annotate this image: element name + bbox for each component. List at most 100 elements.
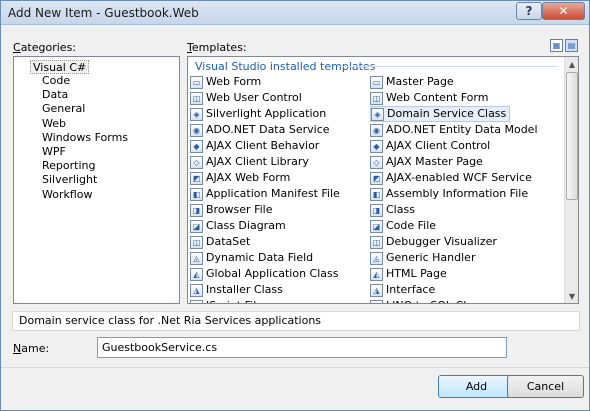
- category-item[interactable]: Reporting: [42, 159, 95, 173]
- template-item[interactable]: ◇ AJAX Master Page: [370, 154, 483, 170]
- template-file-icon: ◭: [190, 267, 203, 281]
- category-item[interactable]: WPF: [42, 145, 66, 159]
- add-button[interactable]: Add: [438, 375, 515, 398]
- template-item[interactable]: ◉ ADO.NET Data Service: [190, 122, 330, 138]
- categories-label: Categories:: [13, 41, 77, 54]
- template-file-icon: ◧: [370, 187, 383, 201]
- template-item[interactable]: ◪ Code File: [370, 218, 436, 234]
- template-item[interactable]: ◇ AJAX Client Library: [190, 154, 309, 170]
- template-file-icon: ◉: [370, 123, 383, 137]
- template-description: Domain service class for .Net Ria Servic…: [12, 311, 580, 331]
- template-file-icon: ◫: [190, 235, 203, 249]
- cancel-button[interactable]: Cancel: [507, 375, 584, 398]
- template-item[interactable]: ◆ AJAX Client Behavior: [190, 138, 319, 154]
- template-label: Global Application Class: [206, 267, 339, 280]
- category-item[interactable]: Silverlight: [42, 173, 97, 187]
- template-item[interactable]: ◯LINQ to SQL Classes: [370, 298, 497, 303]
- template-item[interactable]: ◈ Domain Service Class: [370, 106, 511, 122]
- template-item[interactable]: ◩ AJAX Web Form: [190, 170, 290, 186]
- template-label: AJAX-enabled WCF Service: [386, 171, 532, 184]
- template-label: Class Diagram: [206, 219, 286, 232]
- template-file-icon: ◫: [190, 91, 203, 105]
- template-item[interactable]: ◬ Generic Handler: [370, 250, 475, 266]
- template-item[interactable]: ◫ Web Content Form: [370, 90, 488, 106]
- footer-divider: [1, 367, 589, 368]
- template-file-icon: ◯: [190, 299, 203, 303]
- template-file-icon: ◉: [190, 123, 203, 137]
- group-header-divider: [338, 66, 558, 67]
- template-file-icon: ◪: [370, 219, 383, 233]
- template-label: AJAX Client Behavior: [206, 139, 320, 152]
- scroll-up-icon[interactable]: ▲: [565, 57, 578, 71]
- template-label: Generic Handler: [386, 251, 476, 264]
- template-label: AJAX Web Form: [206, 171, 291, 184]
- template-label: LINQ to SQL Classes: [386, 298, 497, 303]
- template-item[interactable]: ◯JScript File: [190, 298, 263, 303]
- category-item[interactable]: Web: [42, 117, 66, 131]
- template-label: JScript File: [206, 298, 263, 303]
- template-label: Installer Class: [206, 283, 283, 296]
- template-item[interactable]: ◮ Installer Class: [190, 282, 283, 298]
- template-item[interactable]: ◉ ADO.NET Entity Data Model: [370, 122, 538, 138]
- category-item[interactable]: Workflow: [42, 188, 93, 202]
- category-item[interactable]: Windows Forms: [42, 131, 128, 145]
- template-file-icon: ▭: [190, 75, 203, 89]
- template-label: HTML Page: [386, 267, 447, 280]
- template-item[interactable]: ◮ Interface: [370, 282, 435, 298]
- template-file-icon: ◈: [371, 107, 384, 121]
- template-label: AJAX Master Page: [386, 155, 483, 168]
- template-item[interactable]: ◫ Debugger Visualizer: [370, 234, 497, 250]
- category-visual-csharp[interactable]: Visual C#: [30, 60, 90, 74]
- template-item[interactable]: ◈ Silverlight Application: [190, 106, 326, 122]
- template-file-icon: ◬: [370, 251, 383, 265]
- template-item[interactable]: ◫ DataSet: [190, 234, 250, 250]
- template-file-icon: ◨: [190, 203, 203, 217]
- template-label: Class: [386, 203, 415, 216]
- template-item[interactable]: ▭ Web Form: [190, 74, 261, 90]
- template-file-icon: ◆: [190, 139, 203, 153]
- template-label: AJAX Client Library: [206, 155, 309, 168]
- template-item[interactable]: ◧ Assembly Information File: [370, 186, 528, 202]
- template-label: Web Form: [206, 75, 262, 88]
- help-button[interactable]: ?: [516, 2, 542, 20]
- close-button[interactable]: ✕: [542, 2, 585, 20]
- template-file-icon: ◫: [370, 91, 383, 105]
- template-item[interactable]: ◆ AJAX Client Control: [370, 138, 490, 154]
- add-new-item-dialog: Add New Item - Guestbook.Web ? ✕ Categor…: [0, 0, 590, 411]
- template-label: ADO.NET Data Service: [206, 123, 330, 136]
- templates-scrollbar[interactable]: ▲ ▼: [564, 57, 578, 303]
- categories-tree[interactable]: Visual C# Code Data General Web Windows Form…: [13, 56, 180, 304]
- scroll-thumb[interactable]: [566, 72, 578, 200]
- template-item[interactable]: ◨ Class: [370, 202, 415, 218]
- template-label: Application Manifest File: [206, 187, 340, 200]
- template-file-icon: ◇: [190, 155, 203, 169]
- name-label: Name:: [13, 342, 50, 355]
- template-label: AJAX Client Control: [386, 139, 491, 152]
- category-item[interactable]: General: [42, 102, 85, 116]
- template-item[interactable]: ◭ Global Application Class: [190, 266, 338, 282]
- template-label: Dynamic Data Field: [206, 251, 314, 264]
- template-file-icon: ◭: [370, 267, 383, 281]
- category-item[interactable]: Code: [42, 74, 70, 88]
- template-item[interactable]: ◬ Dynamic Data Field: [190, 250, 313, 266]
- small-icons-view-icon[interactable]: ▤: [565, 39, 578, 52]
- scroll-down-icon[interactable]: ▼: [565, 289, 578, 303]
- template-label: Debugger Visualizer: [386, 235, 497, 248]
- template-label: Web User Control: [206, 91, 302, 104]
- template-file-icon: ◬: [190, 251, 203, 265]
- name-field[interactable]: GuestbookService.cs: [97, 337, 507, 358]
- template-item[interactable]: ◩ AJAX-enabled WCF Service: [370, 170, 532, 186]
- template-file-icon: ◪: [190, 219, 203, 233]
- template-item[interactable]: ▭ Master Page: [370, 74, 454, 90]
- large-icons-view-icon[interactable]: ▦: [550, 39, 563, 52]
- template-file-icon: ◇: [370, 155, 383, 169]
- template-item[interactable]: ◫ Web User Control: [190, 90, 302, 106]
- template-item[interactable]: ◨ Browser File: [190, 202, 272, 218]
- category-item[interactable]: Data: [42, 88, 68, 102]
- template-file-icon: ◮: [190, 283, 203, 297]
- template-item[interactable]: ◪ Class Diagram: [190, 218, 286, 234]
- template-item[interactable]: ◧ Application Manifest File: [190, 186, 340, 202]
- templates-list[interactable]: Visual Studio installed templates ▭ Web F…: [187, 56, 579, 304]
- template-item[interactable]: ◭ HTML Page: [370, 266, 447, 282]
- template-label: Code File: [386, 219, 437, 232]
